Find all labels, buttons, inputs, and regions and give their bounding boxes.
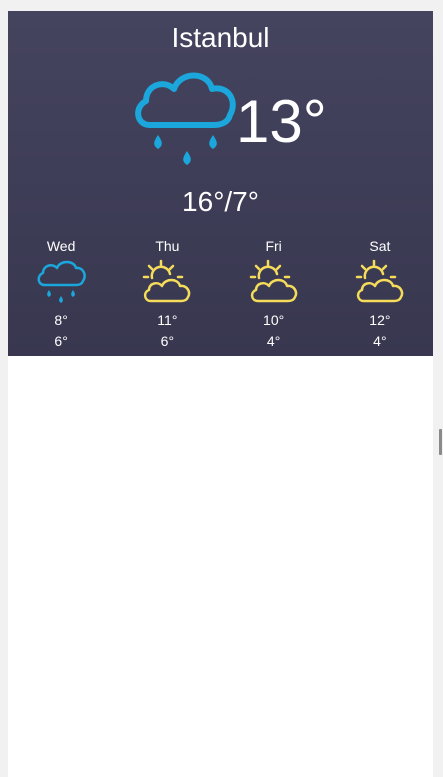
current-temperature: 13° [236,88,327,155]
forecast-day-name: Sat [369,238,391,254]
partly-sunny-icon [141,259,191,307]
forecast-high: 10° [263,312,285,328]
forecast-list: Wed 8° 6° Thu 11° 6° Fri 10° 4° Sat 12° … [8,235,433,350]
forecast-day: Sat 12° 4° [327,235,433,350]
partly-sunny-icon [354,259,404,307]
scrollbar-handle[interactable] [439,429,442,455]
forecast-day: Wed 8° 6° [8,235,114,350]
partly-sunny-icon [248,259,298,307]
forecast-high: 11° [157,312,178,328]
forecast-day: Thu 11° 6° [114,235,220,350]
forecast-high: 8° [54,312,68,328]
rain-cloud-icon [35,259,86,307]
rain-cloud-icon [130,67,240,177]
forecast-day-name: Thu [155,238,180,254]
forecast-day-name: Wed [46,238,76,254]
page: Istanbul 13° 16°/7° Wed 8° 6° Thu 11° 6°… [8,11,433,777]
forecast-low: 6° [54,333,68,349]
forecast-low: 4° [373,333,387,349]
forecast-low: 6° [160,333,175,349]
forecast-low: 4° [266,333,281,349]
forecast-day-name: Fri [265,238,282,254]
forecast-day: Fri 10° 4° [221,235,327,350]
weather-widget: Istanbul 13° 16°/7° Wed 8° 6° Thu 11° 6°… [8,11,433,356]
temperature-range: 16°/7° [182,186,259,217]
forecast-high: 12° [369,312,391,328]
city-name: Istanbul [171,22,270,53]
